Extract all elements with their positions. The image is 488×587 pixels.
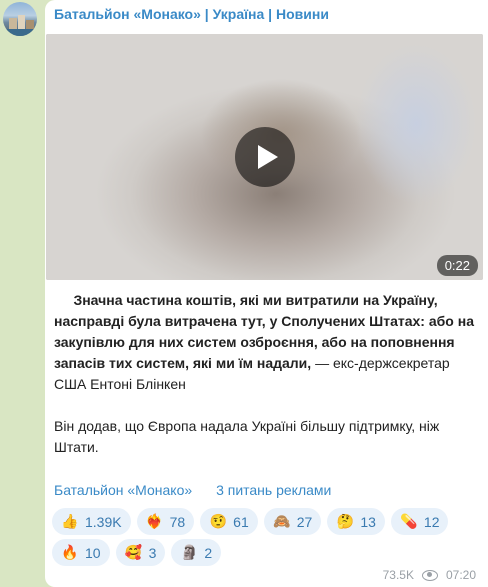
pill-icon: 💊 [400,513,418,529]
message-meta: 73.5K 07:20 [383,568,476,582]
ads-link[interactable]: 3 питань реклами [216,482,331,498]
video-duration: 0:22 [436,255,478,276]
avatar-sea [3,29,37,36]
reaction-count: 13 [360,513,376,530]
post-text: Значна частина коштів, які ми витратили … [54,290,474,458]
thinking-face-icon: 🤔 [336,513,355,529]
reactions-row: 👍 1.39K ❤️‍🔥 78 🤨 61 🙈 27 🤔 13 💊 12 [52,508,472,535]
reaction-smiling-hearts[interactable]: 🥰 3 [115,539,166,566]
smiling-hearts-icon: 🥰 [124,544,143,560]
reaction-raised-eyebrow[interactable]: 🤨 61 [200,508,258,535]
eye-icon [421,569,438,581]
reaction-count: 27 [296,513,313,530]
raised-eyebrow-icon: 🤨 [209,513,227,529]
video-player[interactable]: 0:22 [46,34,483,280]
reaction-count: 2 [204,544,213,561]
post-links: Батальйон «Монако» 3 питань реклами [54,482,331,498]
reaction-count: 78 [169,513,186,530]
reaction-count: 10 [85,544,101,561]
post-paragraph-2: Він додав, що Європа надала Україні біль… [54,418,440,455]
reaction-pill[interactable]: 💊 12 [390,508,449,535]
play-icon [258,145,278,169]
reactions-row: 🔥 10 🥰 3 🗿 2 [52,539,472,566]
moai-icon: 🗿 [180,544,199,560]
heart-on-fire-icon: ❤️‍🔥 [145,513,164,529]
reaction-thumbs-up[interactable]: 👍 1.39K [52,508,131,535]
channel-link[interactable]: Батальйон «Монако» [54,482,192,498]
post-paragraph-1: Значна частина коштів, які ми витратили … [54,290,474,395]
message-time: 07:20 [445,568,476,582]
reaction-fire[interactable]: 🔥 10 [52,539,110,566]
reaction-moai[interactable]: 🗿 2 [171,539,222,566]
reaction-thinking[interactable]: 🤔 13 [327,508,385,535]
see-no-evil-monkey-icon: 🙈 [273,513,291,529]
view-count: 73.5K [382,568,414,582]
video-thumbnail-highlight [346,44,483,204]
reaction-count: 3 [148,544,157,561]
message-card: Батальйон «Монако» | Україна | Новини 0:… [45,0,488,587]
play-button[interactable] [235,127,295,187]
reactions-bar: 👍 1.39K ❤️‍🔥 78 🤨 61 🙈 27 🤔 13 💊 12 🔥 10 🥰 3 🗿 2 [52,508,472,570]
channel-title[interactable]: Батальйон «Монако» | Україна | Новини [54,6,329,22]
reaction-count: 1.39K [85,513,122,530]
fire-icon: 🔥 [61,544,79,560]
reaction-heart-on-fire[interactable]: ❤️‍🔥 78 [136,508,195,535]
reaction-see-no-evil[interactable]: 🙈 27 [263,508,322,535]
thumbs-up-icon: 👍 [61,513,79,529]
channel-avatar[interactable] [3,2,37,36]
reaction-count: 12 [423,513,440,530]
reaction-count: 61 [233,513,249,530]
avatar-building [18,15,25,30]
